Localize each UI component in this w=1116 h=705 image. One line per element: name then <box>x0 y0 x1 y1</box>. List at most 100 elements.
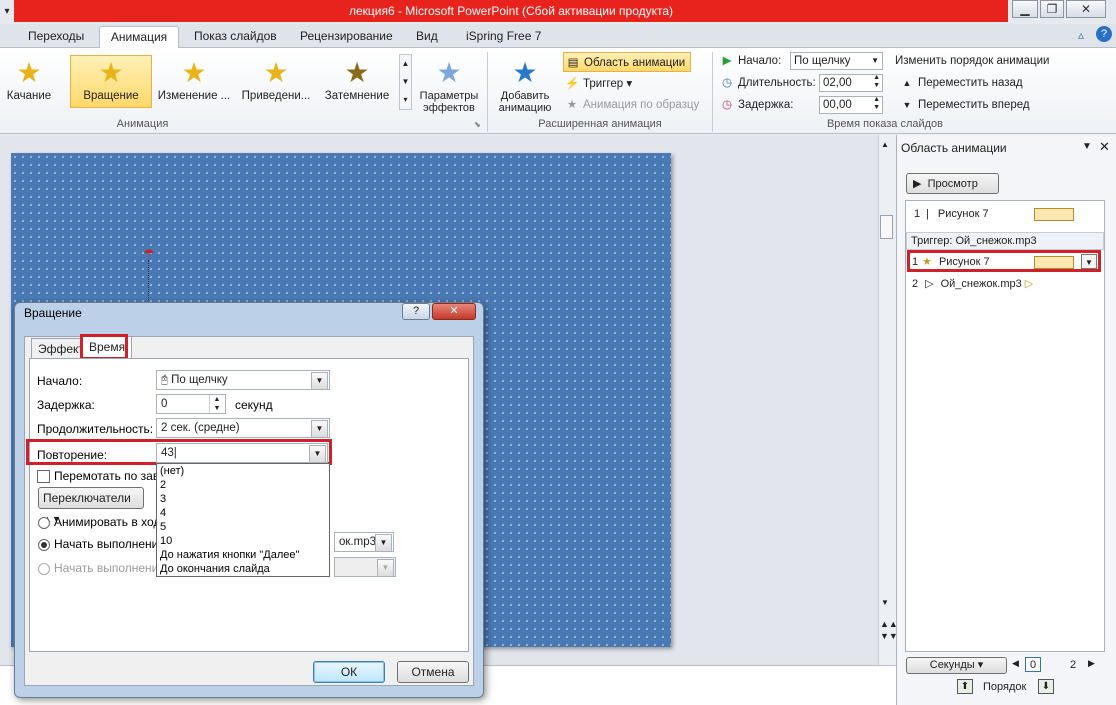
collapse-ribbon-icon[interactable]: ▵ <box>1078 28 1084 42</box>
repeat-combo[interactable]: 43| ▼ <box>156 443 328 463</box>
switches-button[interactable]: Переключатели ▲▼ <box>38 487 144 524</box>
duration-combo[interactable]: 2 сек. (средне) ▼ <box>156 418 330 438</box>
rewind-checkbox[interactable]: Перемотать по заве <box>37 469 166 484</box>
star-icon: ★ <box>16 57 42 88</box>
tab-view[interactable]: Вид <box>408 26 446 48</box>
tab-review[interactable]: Рецензирование <box>292 26 401 48</box>
painter-icon: ★ <box>566 99 578 111</box>
anim-spin-button[interactable]: ★ Вращение <box>70 55 152 108</box>
chevron-down-icon: ▼ <box>309 445 326 463</box>
duration-label: ◷ Длительность: <box>720 73 816 93</box>
anim-fade-button[interactable]: ★ Затемнение <box>320 52 394 110</box>
add-animation-button[interactable]: ★ Добавить анимацию <box>490 52 560 116</box>
dialog-help-button[interactable]: ? <box>402 303 430 320</box>
restore-button[interactable]: ❐ <box>1040 0 1064 18</box>
anim-swing-button[interactable]: ★ Качание <box>2 52 56 110</box>
star-icon: ★ <box>263 57 289 88</box>
timing-bar <box>1034 256 1074 269</box>
dialog-title: Вращение <box>24 306 82 320</box>
trigger-header[interactable]: Триггер: Ой_снежок.mp3 <box>906 232 1104 250</box>
delay-spinner[interactable]: 00,00 ▲ ▼ <box>819 96 883 114</box>
group-animation-label: Анимация <box>116 118 169 130</box>
cancel-button[interactable]: Отмена <box>397 661 469 683</box>
minimize-button[interactable]: ▁ <box>1012 0 1038 18</box>
highlight-box <box>80 334 128 360</box>
dropdown-option[interactable]: 3 <box>157 492 329 506</box>
lightning-icon: ⚡ <box>565 78 580 90</box>
tab-slideshow[interactable]: Показ слайдов <box>186 26 285 48</box>
play-icon: ▶ <box>913 178 922 190</box>
bookmark-combo[interactable]: ▼ <box>334 557 396 577</box>
clock-icon: ◷ <box>721 99 733 111</box>
timeline-left-icon[interactable]: ◀ <box>1012 658 1019 669</box>
dropdown-option[interactable]: До нажатия кнопки "Далее" <box>157 548 329 562</box>
dropdown-option[interactable]: 5 <box>157 520 329 534</box>
animate-sequence-radio[interactable]: Анимировать в ходе <box>38 515 167 529</box>
dropdown-option[interactable]: 2 <box>157 478 329 492</box>
chevron-down-icon: ▼ <box>871 56 879 65</box>
start-label: Начало: <box>37 374 83 388</box>
tab-ispring[interactable]: iSpring Free 7 <box>458 26 549 48</box>
animation-pane-button[interactable]: ▤ Область анимации <box>563 52 691 72</box>
spin-icon: ★ <box>922 256 932 268</box>
scroll-down-icon[interactable]: ▼ <box>881 598 889 607</box>
tab-transitions[interactable]: Переходы <box>20 26 92 48</box>
close-button[interactable]: ✕ <box>1066 0 1106 18</box>
move-up-arrow-icon[interactable]: ⬆ <box>957 679 973 694</box>
play-icon: ▷ <box>925 278 934 290</box>
seconds-dropdown[interactable]: Секунды ▾ <box>906 657 1007 674</box>
radio-icon[interactable] <box>38 538 50 551</box>
start-on-click-radio[interactable]: Начать выполнение <box>38 537 165 551</box>
motion-path-line <box>148 260 149 300</box>
dialog-launcher-icon[interactable]: ⬊ <box>474 120 481 129</box>
item-dropdown-button[interactable]: ▼ <box>1081 254 1097 269</box>
spinner-icon[interactable]: ▲ ▼ <box>873 74 880 90</box>
start-on-play-radio[interactable]: Начать выполнение <box>38 561 165 575</box>
triangle-down-icon: ▼ <box>902 100 912 110</box>
help-icon[interactable]: ? <box>1096 26 1112 42</box>
radio-icon[interactable] <box>38 516 50 529</box>
timing-bar <box>1034 208 1074 221</box>
trigger-button[interactable]: ⚡ Триггер ▾ <box>565 74 675 94</box>
move-later-button[interactable]: ▼ Переместить вперед <box>900 95 1030 115</box>
anim-growshrink-button[interactable]: ★ Изменение ... <box>154 52 234 110</box>
dropdown-option[interactable]: 10 <box>157 534 329 548</box>
animation-painter-button[interactable]: ★ Анимация по образцу <box>565 95 710 115</box>
tab-animation[interactable]: Анимация <box>99 26 179 48</box>
start-select[interactable]: По щелчку ▼ <box>790 52 883 70</box>
duration-spinner[interactable]: 02,00 ▲ ▼ <box>819 74 883 92</box>
gallery-scroll[interactable]: ▲ ▼ ▾ <box>399 54 412 110</box>
group-advanced-label: Расширенная анимация <box>538 118 662 130</box>
timeline-two: 2 <box>1070 659 1077 671</box>
dropdown-option[interactable]: 4 <box>157 506 329 520</box>
timeline-zero: 0 <box>1025 657 1041 672</box>
quick-access-chevron-icon[interactable]: ▾ <box>0 2 14 22</box>
umbrella-icon[interactable]: ☂ <box>140 247 158 260</box>
move-down-arrow-icon[interactable]: ⬇ <box>1038 679 1054 694</box>
effect-options-button[interactable]: ★ Параметры эффектов <box>416 52 482 115</box>
scroll-thumb[interactable] <box>880 215 893 239</box>
timeline-right-icon[interactable]: ▶ <box>1088 658 1095 669</box>
trigger-object-combo[interactable]: ок.mp3 ▼ <box>334 532 394 552</box>
spinner-icon[interactable]: ▲ ▼ <box>209 395 224 413</box>
ok-button[interactable]: ОК <box>313 661 385 683</box>
delay-spinner[interactable]: 0 ▲ ▼ <box>156 394 226 414</box>
preview-button[interactable]: ▶ Просмотр <box>906 173 999 194</box>
dropdown-option[interactable]: До окончания слайда <box>157 562 329 576</box>
radio-icon[interactable] <box>38 562 50 575</box>
close-pane-icon[interactable]: ✕ <box>1099 139 1110 155</box>
animation-item[interactable]: 2 ▷ Ой_снежок.mp3 ▷ <box>912 275 1102 293</box>
checkbox[interactable] <box>37 470 50 484</box>
spinner-icon[interactable]: ▲ ▼ <box>873 96 880 112</box>
repeat-dropdown-list: (нет) 2 3 4 5 10 До нажатия кнопки "Дале… <box>156 463 330 577</box>
triangle-right-icon: ▷ <box>1024 278 1034 290</box>
dropdown-option[interactable]: (нет) <box>157 464 329 478</box>
scroll-up-icon[interactable]: ▲ <box>881 140 889 149</box>
start-combo[interactable]: 🖰 По щелчку ▼ <box>156 370 330 390</box>
repeat-label: Повторение: <box>37 448 108 462</box>
delay-label: ◷ Задержка: <box>720 95 793 115</box>
dialog-close-button[interactable]: ✕ <box>432 303 476 320</box>
move-earlier-button[interactable]: ▲ Переместить назад <box>900 73 1023 93</box>
anim-bring-button[interactable]: ★ Приведени... <box>236 52 316 110</box>
pane-options-icon[interactable]: ▼ <box>1082 141 1092 152</box>
